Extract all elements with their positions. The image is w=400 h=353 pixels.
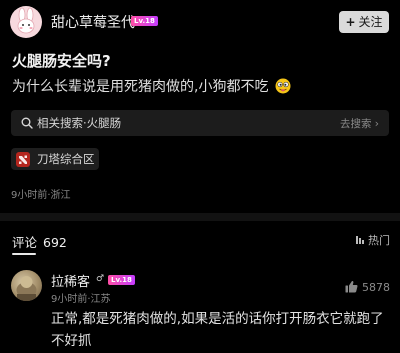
plus-icon: +	[345, 15, 356, 29]
commenter-level-badge: Lv.18	[108, 275, 135, 285]
male-icon: ♂	[96, 274, 105, 284]
comments-tab-label: 评论	[12, 235, 38, 250]
dota-logo-icon	[16, 152, 30, 167]
post-meta: 9小时前·浙江	[11, 190, 71, 201]
author-name[interactable]: 甜心草莓圣代	[51, 12, 135, 32]
post-body-text: 为什么长辈说是用死猪肉做的,小狗都不吃	[12, 79, 269, 95]
follow-label: 关注	[358, 15, 383, 29]
like-count: 5878	[362, 281, 390, 294]
related-search-bar[interactable]: 相关搜索·火腿肠 去搜索 ›	[11, 110, 389, 136]
section-divider	[0, 213, 400, 221]
bunny-avatar-icon	[17, 7, 35, 34]
comment-time: 9小时前·江苏	[51, 294, 111, 305]
comments-count: 692	[43, 235, 67, 250]
commenter-name[interactable]: 拉稀客	[51, 271, 90, 290]
post-body: 为什么长辈说是用死猪肉做的,小狗都不吃	[12, 76, 291, 96]
thumbs-up-icon	[345, 280, 358, 293]
related-search-label: 相关搜索·火腿肠	[37, 116, 122, 130]
go-search-label: 去搜索	[339, 118, 372, 130]
author-avatar[interactable]	[10, 6, 42, 38]
tab-comments[interactable]: 评论 692	[12, 232, 67, 251]
tab-underline	[12, 253, 36, 255]
sort-label: 热门	[368, 234, 390, 247]
chevron-right-icon: ›	[374, 118, 379, 130]
community-chip[interactable]: 刀塔综合区	[11, 148, 99, 170]
search-icon	[21, 117, 33, 129]
sort-toggle[interactable]: 热门	[356, 232, 390, 248]
go-search-link[interactable]: 去搜索 ›	[340, 116, 379, 131]
follow-button[interactable]: + 关注	[339, 11, 389, 33]
commenter-avatar[interactable]	[11, 270, 42, 301]
post-header: 甜心草莓圣代 Lv.18 + 关注	[0, 0, 400, 44]
community-label: 刀塔综合区	[37, 152, 95, 166]
like-button[interactable]: 5878	[345, 280, 390, 294]
commenter-avatar-image	[16, 276, 37, 301]
level-badge: Lv.18	[131, 16, 158, 26]
post-title: 火腿肠安全吗?	[12, 52, 111, 70]
comment-text: 正常,都是死猪肉做的,如果是活的话你打开肠衣它就跑了不好抓	[51, 311, 384, 349]
goofy-face-emoji-icon	[275, 78, 291, 94]
sort-icon	[356, 236, 364, 244]
